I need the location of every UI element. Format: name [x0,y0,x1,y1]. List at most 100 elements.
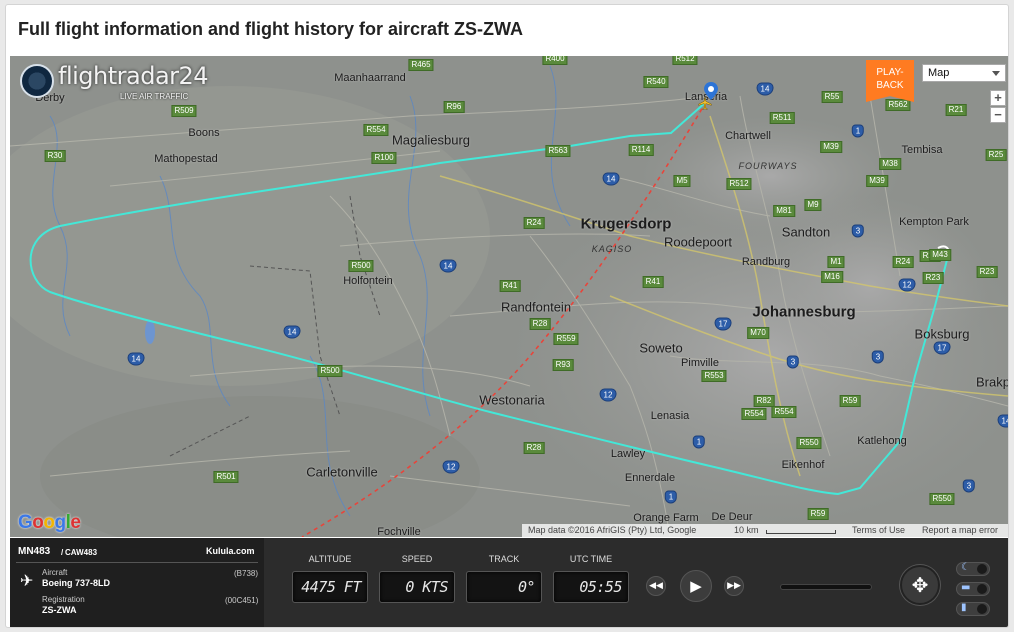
aircraft-marker-icon[interactable] [698,96,712,110]
zoom-out-button[interactable]: − [990,107,1006,123]
route-shield: R550 [929,493,955,505]
map-type-select[interactable]: Map [922,64,1006,82]
fast-forward-icon: ▶▶ [727,581,741,591]
route-shield: R501 [213,471,239,483]
track-value: 0° [517,578,536,596]
route-shield: R500 [317,365,343,377]
place-label: Ennerdale [624,472,676,484]
route-shield: M70 [747,327,769,339]
terms-link[interactable]: Terms of Use [852,525,905,535]
scale-label: 10 km [734,525,759,535]
place-label: Randfontein [500,299,572,315]
place-label: Pimville [681,357,719,369]
route-shield: R23 [976,266,998,278]
place-label: Chartwell [725,130,771,142]
center-map-button[interactable]: ✥ [900,565,940,605]
place-label: FOURWAYS [738,161,798,171]
play-icon: ▶ [690,577,702,595]
route-shield: R25 [985,149,1007,161]
playback-label: PLAY-BACK [876,67,904,91]
divider [16,562,258,563]
place-label: Johannesburg [752,303,856,321]
route-shield: R554 [363,124,389,136]
route-shield: R509 [171,105,197,117]
playback-slider[interactable] [780,584,872,590]
route-shield: M39 [866,175,888,187]
trail-toggle[interactable]: ▬ [956,582,990,596]
route-shield: R41 [642,276,664,288]
logo-tagline: LIVE AIR TRAFFIC [120,92,189,101]
rewind-button[interactable]: ◀◀ [646,576,666,596]
place-label: Magaliesburg [391,132,471,148]
route-shield: R24 [892,256,914,268]
chevron-down-icon [992,71,1000,76]
zoom-in-button[interactable]: + [990,90,1006,106]
report-error-link[interactable]: Report a map error [922,525,998,535]
fast-forward-button[interactable]: ▶▶ [724,576,744,596]
speed-label: SPEED [401,554,433,564]
bar-chart-icon: ▮ [961,602,967,613]
route-shield: M43 [929,249,951,261]
route-shield: R562 [885,99,911,111]
moon-icon: ☾ [961,562,970,573]
route-shield: R59 [839,395,861,407]
google-logo[interactable]: Google [18,512,81,534]
route-shield: R82 [753,395,775,407]
callsign: CAW483 [65,548,98,557]
flightradar24-logo[interactable]: flightradar24 LIVE AIR TRAFFIC [20,62,210,104]
route-shield: R550 [796,437,822,449]
airline-name: Kulula.com [206,546,255,556]
time-display: 05:55 [553,571,629,603]
route-shield: R24 [523,217,545,229]
route-shield: M38 [879,158,901,170]
aircraft-type: Boeing 737-8LD [42,578,111,588]
place-label: Lenasia [650,410,690,422]
rewind-icon: ◀◀ [649,581,663,591]
place-label: Lawley [610,448,646,460]
logo-text: flightradar24 [58,62,209,90]
place-label: De Deur [711,511,753,523]
route-shield: R59 [807,508,829,520]
route-shield: R540 [643,76,669,88]
map-type-value: Map [928,67,950,79]
map-view[interactable]: Maanhaarrand Derby Magaliesburg Boons Mathop… [10,56,1008,537]
altitude-display: 4475 FT [292,571,368,603]
place-label: Fochville [377,526,421,537]
route-shield: R553 [701,370,727,382]
place-label: Mathopestad [154,153,218,165]
route-shield: R23 [922,272,944,284]
route-shield: R465 [408,59,434,71]
aircraft-info-box[interactable]: MN483 / CAW483 Kulula.com ✈ Aircraft Boe… [10,538,264,627]
place-label: Roodepoort [664,234,732,250]
airplane-icon: ✈ [20,571,34,590]
flight-info-panel: MN483 / CAW483 Kulula.com ✈ Aircraft Boe… [10,538,1008,627]
altitude-value: 4475 FT [301,578,361,596]
place-label: Boons [188,127,220,139]
radar-icon [20,64,54,98]
place-label: Boksburg [914,326,970,342]
place-label: Tembisa [901,144,943,156]
play-button[interactable]: ▶ [680,570,712,602]
night-mode-toggle[interactable]: ☾ [956,562,990,576]
place-label: Krugersdorp [580,215,672,233]
place-label: Brakp [976,374,1008,390]
route-shield: R55 [821,91,843,103]
route-shield: M1 [827,256,845,268]
route-shield: R100 [371,152,397,164]
place-label: Maanhaarrand [334,72,406,84]
place-label: KAGISO [591,244,633,254]
route-shield: M16 [821,271,843,283]
map-data-credit: Map data ©2016 AfriGIS (Pty) Ltd, Google [528,525,697,535]
trail-icon: ▬ [961,582,971,593]
route-shield: M9 [804,199,822,211]
altitude-label: ALTITUDE [308,554,352,564]
route-shield: R96 [443,101,465,113]
place-label: Eikenhof [781,459,825,471]
route-shield: R28 [523,442,545,454]
playback-button[interactable]: PLAY-BACK [866,60,914,102]
stats-toggle[interactable]: ▮ [956,602,990,616]
route-shield: R41 [499,280,521,292]
page-title: Full flight information and flight histo… [18,19,523,39]
track-display: 0° [466,571,542,603]
route-shield: R559 [553,333,579,345]
